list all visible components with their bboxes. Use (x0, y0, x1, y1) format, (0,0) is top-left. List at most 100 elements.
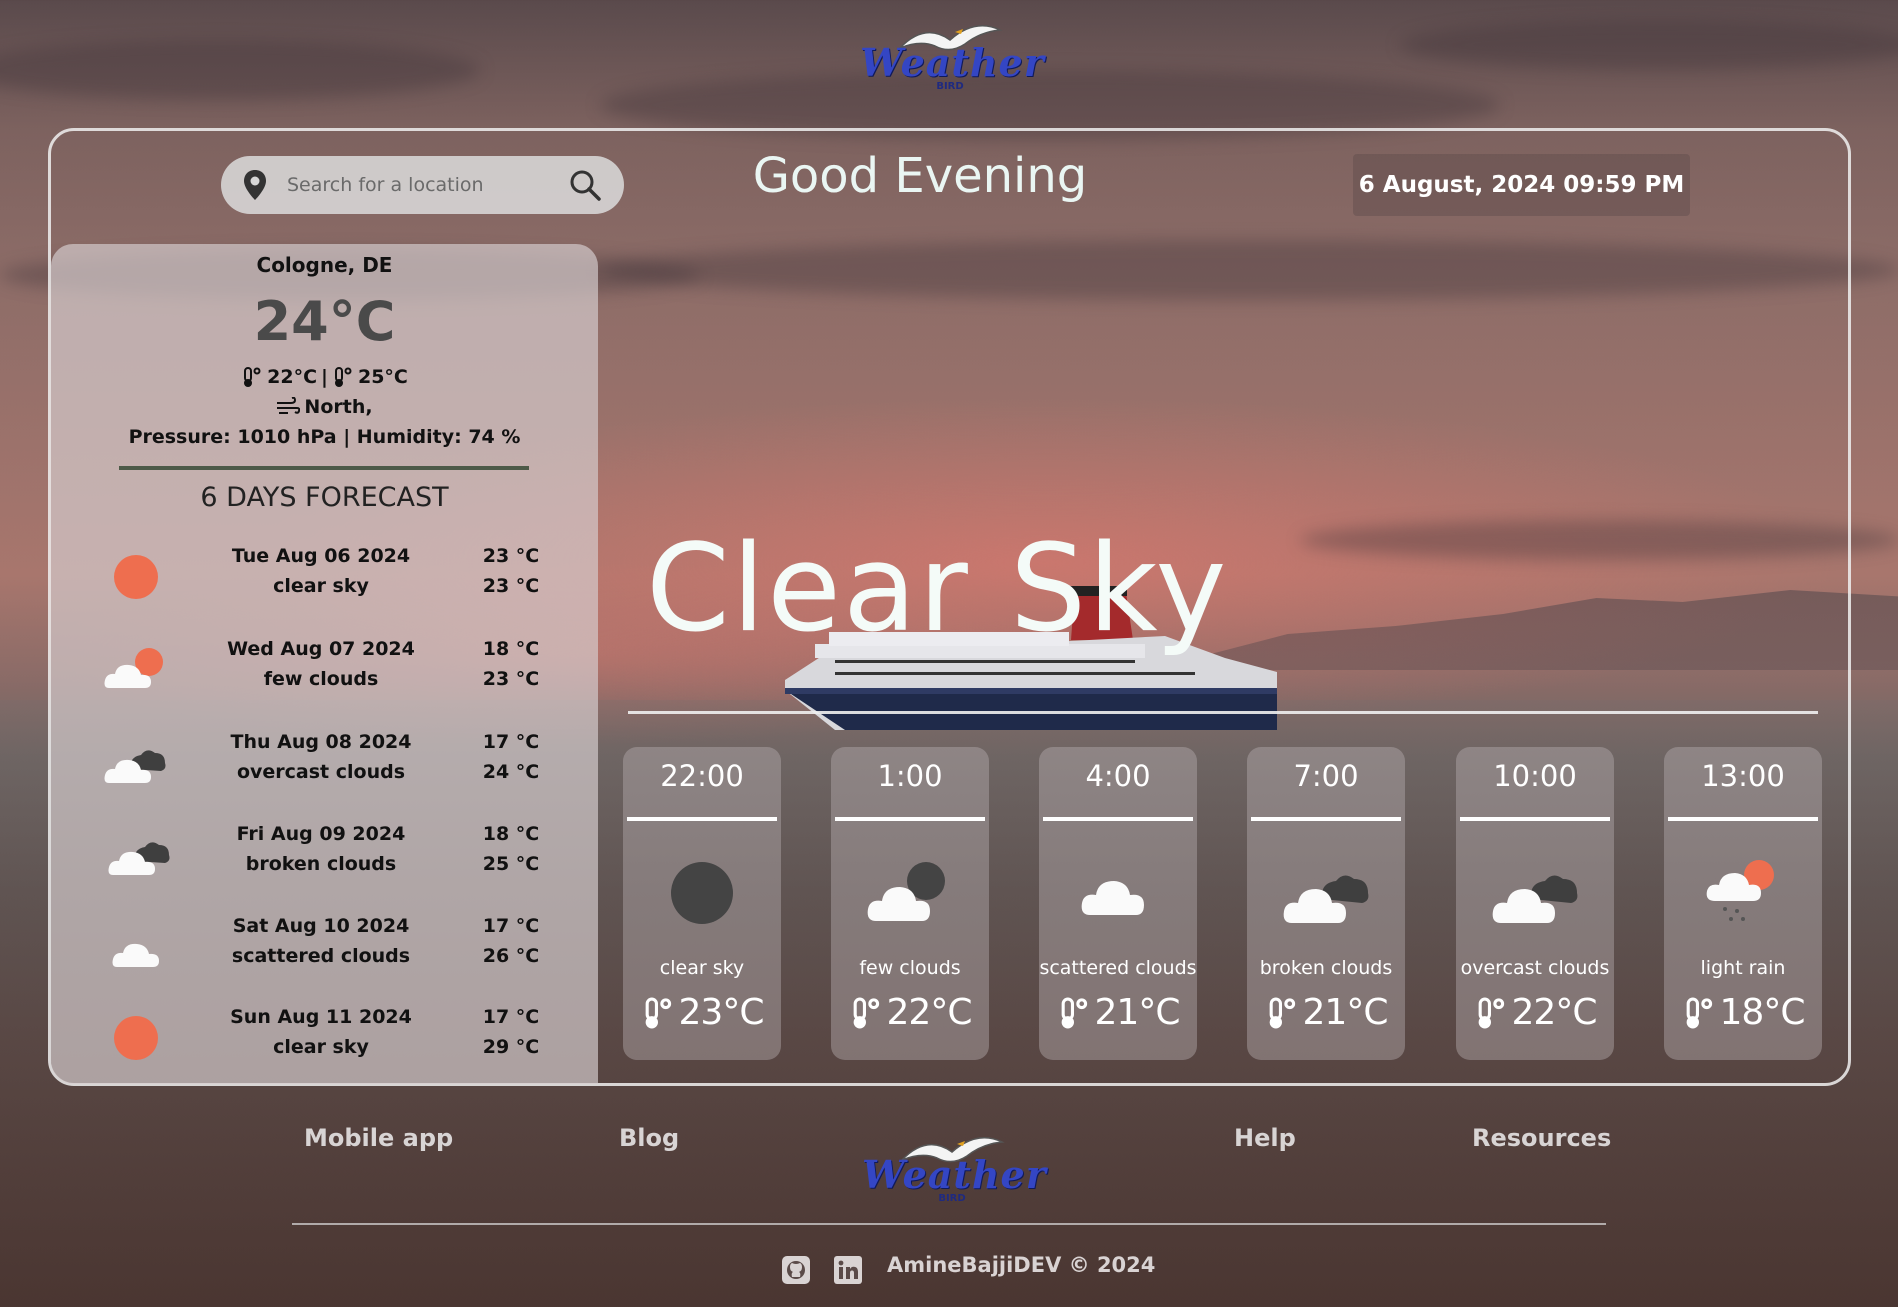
logo-wordmark: Weather (860, 40, 1045, 85)
hourly-card: 7:00 broken clouds 21°C (1247, 747, 1405, 1060)
hour-time: 13:00 (1701, 759, 1785, 793)
footer-link-resources[interactable]: Resources (1472, 1124, 1611, 1152)
hour-temperature: 18°C (1664, 992, 1822, 1033)
footer-link-help[interactable]: Help (1234, 1124, 1296, 1152)
divider (1043, 817, 1193, 821)
divider (1251, 817, 1401, 821)
forecast-temp-high: 23 °C (482, 575, 540, 597)
logo-wordmark: Weather (862, 1152, 1047, 1197)
forecast-description: clear sky (273, 575, 369, 597)
hour-temp-value: 21°C (1302, 992, 1389, 1033)
forecast-description: few clouds (263, 668, 379, 690)
hourly-card: 4:00 scattered clouds 21°C (1039, 747, 1197, 1060)
max-temperature: 25°C (357, 366, 408, 388)
footer-link-mobile-app[interactable]: Mobile app (304, 1124, 453, 1152)
forecast-date: Wed Aug 07 2024 (227, 638, 415, 660)
current-condition: Clear Sky (646, 520, 1229, 659)
forecast-row: Thu Aug 08 2024 overcast clouds 17 °C 24… (51, 723, 598, 803)
temperature-separator: | (321, 366, 328, 388)
hour-temperature: 21°C (1039, 992, 1197, 1033)
forecast-date: Tue Aug 06 2024 (231, 545, 411, 567)
thermometer-icon (1061, 997, 1087, 1028)
forecast-temp-high: 25 °C (482, 853, 540, 875)
overcast-clouds-icon (104, 750, 166, 783)
moon-icon (671, 862, 733, 924)
footer-link-blog[interactable]: Blog (619, 1124, 679, 1152)
divider (1668, 817, 1818, 821)
hourly-card: 10:00 overcast clouds 22°C (1456, 747, 1614, 1060)
thermometer-icon (1269, 997, 1295, 1028)
hour-temp-value: 23°C (678, 992, 765, 1033)
min-temperature: 22°C (267, 366, 318, 388)
hour-description: broken clouds (1259, 957, 1393, 979)
hour-description: light rain (1700, 957, 1786, 979)
search-bar[interactable] (221, 156, 624, 214)
sun-icon (114, 555, 158, 599)
forecast-title: 6 DAYS FORECAST (200, 482, 449, 513)
forecast-row: Wed Aug 07 2024 few clouds 18 °C 23 °C (51, 630, 598, 710)
forecast-description: overcast clouds (236, 761, 406, 783)
hour-description: clear sky (659, 957, 745, 979)
cloud-streak (1400, 20, 1898, 70)
current-weather-panel: Cologne, DE 24°C 22°C | 25°C North, Pres… (51, 244, 598, 1084)
github-icon[interactable] (781, 1255, 811, 1285)
hour-time: 4:00 (1085, 759, 1151, 793)
forecast-row: Sat Aug 10 2024 scattered clouds 17 °C 2… (51, 907, 598, 987)
forecast-date: Thu Aug 08 2024 (230, 731, 412, 753)
hour-time: 22:00 (660, 759, 744, 793)
current-datetime: 6 August, 2024 09:59 PM (1353, 154, 1690, 216)
hour-description: scattered clouds (1039, 957, 1197, 979)
thermometer-icon (334, 367, 352, 387)
forecast-temp-low: 18 °C (482, 638, 540, 660)
hour-time: 10:00 (1493, 759, 1577, 793)
footer-logo[interactable]: Weather BIRD (862, 1130, 1047, 1204)
forecast-row: Sun Aug 11 2024 clear sky 17 °C 29 °C (51, 998, 598, 1078)
thermometer-icon (1478, 997, 1504, 1028)
divider (835, 817, 985, 821)
thermometer-icon (645, 997, 671, 1028)
wind-direction: North, (51, 396, 598, 418)
forecast-date: Fri Aug 09 2024 (236, 823, 406, 845)
pressure-humidity: Pressure: 1010 hPa | Humidity: 74 % (128, 426, 521, 448)
thermometer-icon (244, 367, 261, 387)
city-name: Cologne, DE (256, 253, 393, 277)
logo[interactable]: Weather BIRD (860, 18, 1045, 92)
forecast-date: Sun Aug 11 2024 (230, 1006, 412, 1028)
thermometer-icon (853, 997, 879, 1028)
divider (119, 466, 529, 470)
forecast-row: Fri Aug 09 2024 broken clouds 18 °C 25 °… (51, 815, 598, 895)
search-input[interactable] (287, 174, 568, 196)
hour-temp-value: 21°C (1094, 992, 1181, 1033)
divider (628, 711, 1818, 714)
hour-description: few clouds (859, 957, 961, 979)
hour-description: overcast clouds (1460, 957, 1610, 979)
cloud-streak (0, 40, 480, 100)
wind-icon (277, 397, 301, 414)
few-clouds-night-icon (867, 862, 945, 921)
hour-temp-value: 22°C (886, 992, 973, 1033)
linkedin-icon[interactable] (833, 1255, 863, 1285)
location-pin-icon (244, 170, 266, 200)
copyright: AmineBajjiDEV © 2024 (887, 1253, 1156, 1277)
few-clouds-icon (104, 648, 163, 688)
hourly-card: 13:00 light rain 18°C (1664, 747, 1822, 1060)
hourly-card: 22:00 clear sky 23°C (623, 747, 781, 1060)
search-icon[interactable] (568, 168, 602, 202)
greeting: Good Evening (752, 148, 1088, 204)
hour-time: 7:00 (1293, 759, 1359, 793)
forecast-temp-low: 18 °C (482, 823, 540, 845)
hourly-card: 1:00 few clouds 22°C (831, 747, 989, 1060)
forecast-temp-high: 23 °C (482, 668, 540, 690)
thermometer-icon (1686, 997, 1712, 1028)
hour-time: 1:00 (877, 759, 943, 793)
current-temperature: 24°C (253, 290, 396, 353)
forecast-description: clear sky (273, 1036, 369, 1058)
hour-temp-value: 18°C (1719, 992, 1806, 1033)
hour-temp-value: 22°C (1511, 992, 1598, 1033)
hour-temperature: 21°C (1247, 992, 1405, 1033)
scattered-clouds-icon (1081, 881, 1144, 915)
forecast-description: broken clouds (245, 853, 397, 875)
sun-icon (114, 1016, 158, 1060)
forecast-description: scattered clouds (231, 945, 411, 967)
forecast-date: Sat Aug 10 2024 (232, 915, 410, 937)
